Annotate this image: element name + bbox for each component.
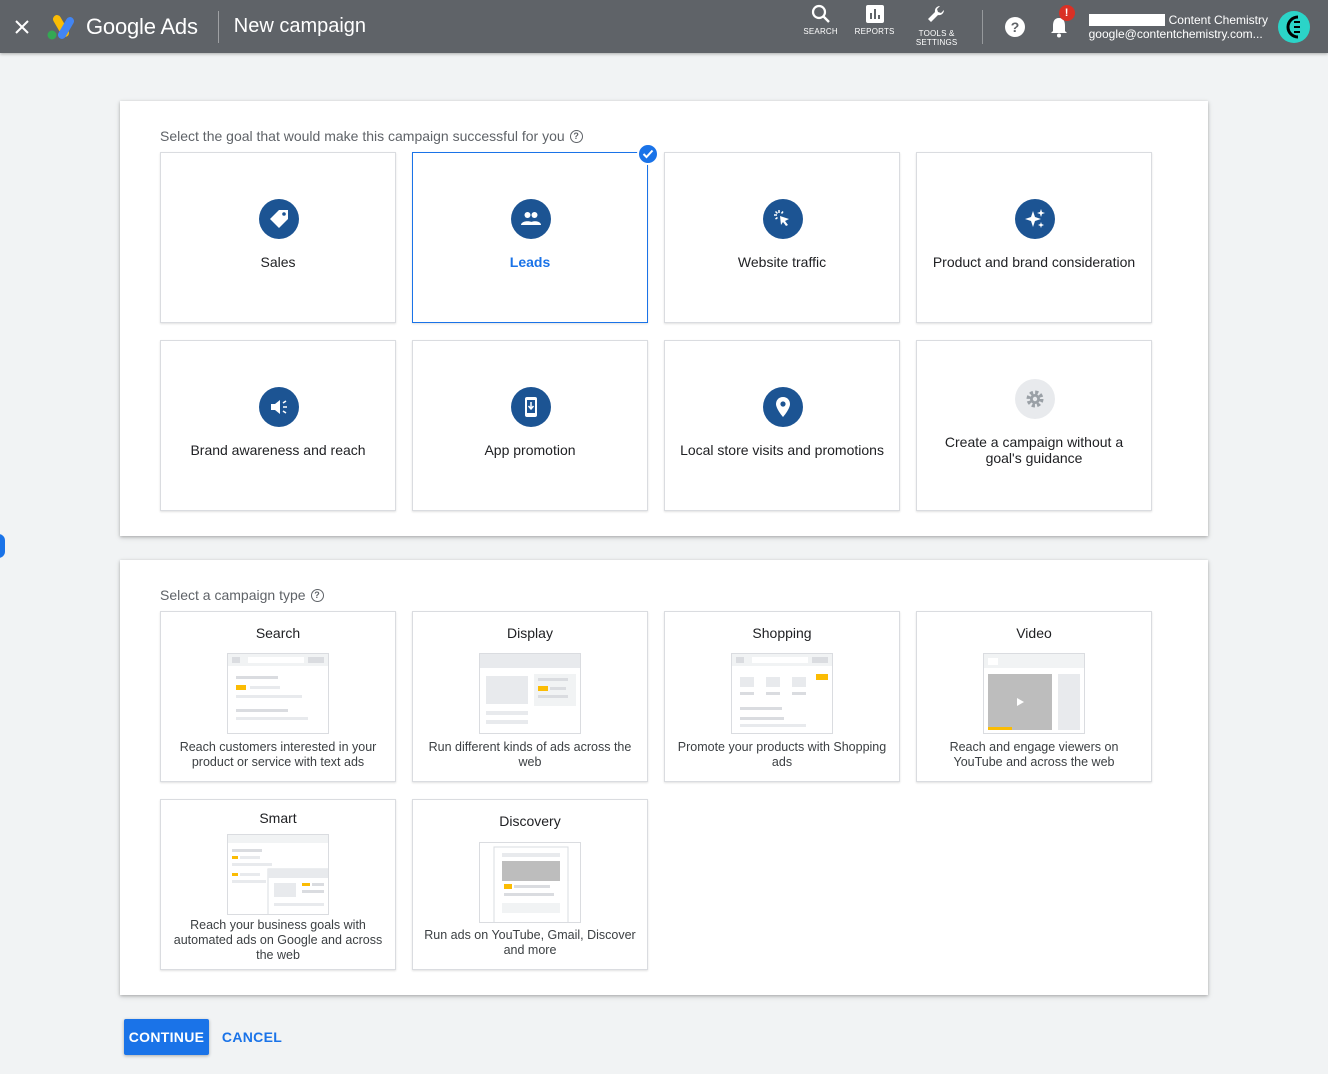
google-ads-logo[interactable]: Google Ads [46, 14, 198, 40]
campaign-type-card-shopping[interactable]: Shopping Promote your products with Shop… [664, 611, 900, 782]
campaign-type-card-display[interactable]: Display Run different kinds of ads acros… [412, 611, 648, 782]
goal-card-sales[interactable]: Sales [160, 152, 396, 323]
people-icon [511, 199, 551, 239]
notifications-button[interactable]: ! [1037, 0, 1081, 53]
goal-card-app-promotion[interactable]: App promotion [412, 340, 648, 511]
product-name: Google Ads [86, 13, 198, 39]
goal-card-brand-awareness[interactable]: Brand awareness and reach [160, 340, 396, 511]
campaign-type-label-text: Select a campaign type [160, 587, 306, 603]
goals-section-label: Select the goal that would make this cam… [160, 128, 583, 144]
campaign-types-panel: Select a campaign type ? Search Reach cu… [120, 560, 1208, 995]
shopping-ad-illustration [731, 653, 833, 734]
reports-tool-label: REPORTS [854, 27, 895, 36]
google-ads-logo-icon [47, 14, 74, 39]
goal-card-leads[interactable]: Leads [412, 143, 659, 323]
header-actions: SEARCH REPORTS TOOLS & SETTINGS ? ! Cont… [794, 0, 1328, 53]
goal-label: App promotion [484, 442, 576, 458]
account-switcher[interactable]: Content Chemistry google@contentchemistr… [1088, 12, 1268, 41]
selected-check-icon [637, 143, 659, 165]
search-ad-illustration [227, 653, 329, 734]
campaign-type-section-label: Select a campaign type ? [160, 587, 324, 603]
continue-button[interactable]: CONTINUE [124, 1019, 209, 1055]
smart-ad-illustration [227, 834, 329, 915]
tools-settings-button[interactable]: TOOLS & SETTINGS [902, 0, 972, 53]
goal-card-no-guidance[interactable]: Create a campaign without a goal's guida… [916, 340, 1152, 511]
help-circle-icon[interactable]: ? [310, 588, 324, 602]
svg-text:?: ? [1010, 19, 1019, 35]
reports-tool-button[interactable]: REPORTS [848, 0, 902, 53]
campaign-type-description: Promote your products with Shopping ads [677, 740, 887, 769]
campaign-type-description: Reach and engage viewers on YouTube and … [949, 740, 1119, 769]
campaign-type-title: Discovery [499, 813, 561, 829]
megaphone-icon [259, 387, 299, 427]
notification-badge: ! [1058, 5, 1075, 21]
avatar[interactable] [1278, 10, 1310, 43]
goal-label: Product and brand consideration [932, 254, 1136, 270]
account-email: google@contentchemistry.com... [1088, 26, 1263, 41]
campaign-type-card-discovery[interactable]: Discovery Run ads on YouTube, Gmail, Dis… [412, 799, 648, 970]
campaign-type-title: Shopping [752, 625, 812, 641]
header-separator [981, 9, 983, 44]
campaign-type-title: Search [255, 625, 301, 641]
goal-label: Sales [260, 254, 296, 270]
page-title: New campaign [233, 15, 367, 37]
reports-icon [865, 5, 884, 23]
sparkle-icon [1015, 199, 1055, 239]
header-divider [217, 10, 219, 43]
campaign-type-title: Smart [259, 810, 297, 826]
campaign-type-description: Run ads on YouTube, Gmail, Discover and … [424, 928, 636, 957]
goal-card-local-store-visits[interactable]: Local store visits and promotions [664, 340, 900, 511]
help-button[interactable]: ? [993, 0, 1037, 53]
close-icon [15, 19, 29, 34]
wrench-icon [927, 5, 944, 22]
tag-icon [259, 199, 299, 239]
top-app-bar: Google Ads New campaign SEARCH REPORTS T… [0, 0, 1328, 53]
campaign-type-title: Video [1016, 625, 1052, 641]
redacted-customer-id [1088, 13, 1165, 26]
avatar-logo-icon [1286, 15, 1300, 38]
close-button[interactable] [0, 0, 44, 53]
phone-download-icon [511, 387, 551, 427]
video-ad-illustration [983, 653, 1085, 734]
campaign-type-card-video[interactable]: Video Reach and engage viewers on YouTub… [916, 611, 1152, 782]
help-icon: ? [1004, 16, 1025, 37]
goal-label: Local store visits and promotions [680, 442, 884, 458]
goals-panel: Select the goal that would make this cam… [120, 101, 1208, 536]
help-circle-icon[interactable]: ? [569, 129, 583, 143]
goal-label: Website traffic [737, 254, 827, 270]
campaign-type-description: Reach customers interested in your produ… [179, 740, 377, 769]
side-expand-handle[interactable] [0, 534, 5, 558]
campaign-type-description: Run different kinds of ads across the we… [428, 740, 632, 769]
search-tool-button[interactable]: SEARCH [794, 0, 848, 53]
goal-label: Brand awareness and reach [190, 442, 366, 458]
cursor-click-icon [763, 199, 803, 239]
tools-settings-label: TOOLS & SETTINGS [915, 29, 958, 47]
search-icon [811, 4, 830, 23]
campaign-type-title: Display [507, 625, 553, 641]
account-name: Content Chemistry [1168, 12, 1268, 27]
gear-icon [1015, 379, 1055, 419]
campaign-type-description: Reach your business goals with automated… [173, 918, 383, 962]
goals-label-text: Select the goal that would make this cam… [160, 128, 565, 144]
goal-card-product-brand-consideration[interactable]: Product and brand consideration [916, 152, 1152, 323]
search-tool-label: SEARCH [803, 27, 838, 36]
discovery-ad-illustration [479, 842, 581, 923]
display-ad-illustration [479, 653, 581, 734]
goal-label: Leads [509, 254, 551, 270]
campaign-type-card-search[interactable]: Search Reach customers interested in you… [160, 611, 396, 782]
goal-label: Create a campaign without a goal's guida… [944, 434, 1124, 466]
campaign-type-card-smart[interactable]: Smart Reach your business goals with aut… [160, 799, 396, 970]
location-pin-icon [763, 387, 803, 427]
goal-card-website-traffic[interactable]: Website traffic [664, 152, 900, 323]
cancel-button[interactable]: CANCEL [217, 1019, 287, 1055]
